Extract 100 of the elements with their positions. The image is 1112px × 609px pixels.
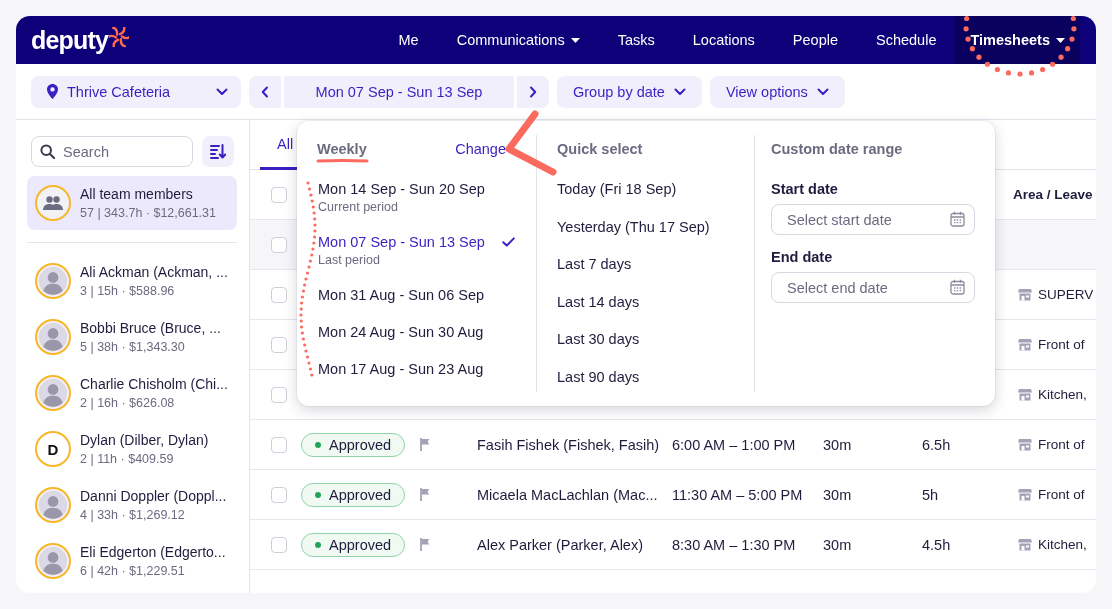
store-icon <box>1018 338 1032 351</box>
location-dropdown[interactable]: Thrive Cafeteria <box>31 75 241 108</box>
sort-icon <box>210 144 226 159</box>
store-icon <box>1018 438 1032 451</box>
chevron-down-icon <box>816 87 829 96</box>
person-avatar-icon <box>37 377 69 409</box>
row-checkbox[interactable] <box>271 286 287 303</box>
employee-name: Alex Parker (Parker, Alex) <box>477 536 643 553</box>
member-name: Charlie Chisholm (Chi... <box>80 374 228 394</box>
view-options-dropdown[interactable]: View options <box>709 75 845 108</box>
section-title: Custom date range <box>771 140 904 159</box>
area-name: SUPERV <box>1038 287 1094 302</box>
logo-wordmark: deputy <box>31 26 109 54</box>
employee-name: Micaela MacLachlan (Mac... <box>477 486 658 503</box>
member-summary: 57 | 343.7h · $12,661.31 <box>80 204 216 222</box>
person-avatar-icon <box>37 321 69 353</box>
period-option[interactable]: Mon 31 Aug - Sun 06 Sep <box>317 285 520 305</box>
nav-item[interactable]: People <box>773 16 857 64</box>
chevron-left-icon <box>261 85 269 98</box>
team-member-item[interactable]: Bobbi Bruce (Bruce, ... 5 | 38h · $1,343.30 <box>27 309 237 365</box>
status-badge: Approved <box>301 532 405 557</box>
team-member-item[interactable]: Danni Doppler (Doppl... 4 | 33h · $1,269.12 <box>27 477 237 533</box>
status-badge: Approved <box>301 482 405 507</box>
chevron-down-icon <box>673 87 686 96</box>
member-summary: 3 | 15h · $588.96 <box>80 282 176 300</box>
status-badge: Approved <box>301 432 405 457</box>
area-name: Front of <box>1038 337 1085 352</box>
period-option[interactable]: Mon 24 Aug - Sun 30 Aug <box>317 322 520 342</box>
nav-item[interactable]: Communications <box>437 16 599 64</box>
team-member-item[interactable]: Charlie Chisholm (Chi... 2 | 16h · $626.08 <box>27 365 237 421</box>
member-name: Dylan (Dilber, Dylan) <box>80 430 209 450</box>
quick-select-option[interactable]: Last 90 days <box>557 366 744 387</box>
store-icon <box>1018 488 1032 501</box>
area-name: Front of <box>1038 437 1085 452</box>
row-checkbox[interactable] <box>271 236 287 253</box>
change-link[interactable]: Change <box>455 141 506 157</box>
nav-item[interactable]: Tasks <box>598 16 674 64</box>
location-pin-icon <box>47 84 58 99</box>
team-member-item[interactable]: Ali Ackman (Ackman, ... 3 | 15h · $588.96 <box>27 253 237 309</box>
person-avatar-icon <box>37 545 69 577</box>
quick-select-option[interactable]: Last 30 days <box>557 329 744 350</box>
member-summary: 6 | 42h · $1,229.51 <box>80 562 186 580</box>
search-field[interactable]: Search <box>31 136 193 167</box>
employee-name: Fasih Fishek (Fishek, Fasih) <box>477 436 660 453</box>
calendar-icon <box>950 279 965 295</box>
logo-asterisk-icon <box>109 27 130 47</box>
checkmark-icon <box>502 237 515 247</box>
member-summary: 2 | 11h · $409.59 <box>80 450 175 468</box>
previous-week-button[interactable] <box>249 75 281 108</box>
field-label: End date <box>771 248 834 267</box>
team-member-item[interactable]: Eli Edgerton (Edgerto... 6 | 42h · $1,229.51 <box>27 533 237 589</box>
nav-item[interactable]: Timesheets <box>955 16 1080 64</box>
quick-select-option[interactable]: Today (Fri 18 Sep) <box>557 179 744 199</box>
break-duration: 30m <box>823 536 852 553</box>
shift-time: 8:30 AM – 1:30 PM <box>672 536 796 553</box>
calendar-icon <box>950 211 965 227</box>
sort-button[interactable] <box>202 136 234 167</box>
period-option[interactable]: Mon 17 Aug - Sun 23 Aug <box>317 359 520 379</box>
member-summary: 5 | 38h · $1,343.30 <box>80 338 186 356</box>
nav-item[interactable]: Locations <box>673 16 774 64</box>
person-avatar-icon <box>37 489 69 521</box>
member-summary: 2 | 16h · $626.08 <box>80 394 176 412</box>
section-title: Quick select <box>557 140 644 159</box>
hours-total: 5h <box>922 486 939 503</box>
section-title: Weekly <box>317 140 367 159</box>
period-option[interactable]: Mon 14 Sep - Sun 20 Sep Current period <box>317 179 520 215</box>
store-icon <box>1018 538 1032 551</box>
row-checkbox[interactable] <box>271 536 287 553</box>
row-checkbox[interactable] <box>271 336 287 353</box>
hours-total: 4.5h <box>922 536 951 553</box>
quick-select-option[interactable]: Last 7 days <box>557 254 744 275</box>
quick-select-option[interactable]: Yesterday (Thu 17 Sep) <box>557 216 744 237</box>
team-member-card[interactable]: All team members 57 | 343.7h · $12,661.31 <box>27 176 237 230</box>
group-by-dropdown[interactable]: Group by date <box>557 75 702 108</box>
quick-select-option[interactable]: Last 14 days <box>557 291 744 312</box>
chevron-down-icon <box>216 87 228 96</box>
period-option[interactable]: Mon 07 Sep - Sun 13 Sep Last period <box>317 232 520 268</box>
area-name: Kitchen, <box>1038 387 1087 402</box>
next-week-button[interactable] <box>517 75 549 108</box>
store-icon <box>1018 388 1032 401</box>
nav-item[interactable]: Schedule <box>857 16 956 64</box>
break-duration: 30m <box>823 486 852 503</box>
date-field[interactable]: Select start date <box>771 204 975 235</box>
nav-item[interactable]: Me <box>379 16 438 64</box>
people-icon <box>43 196 63 210</box>
member-name: All team members <box>80 184 194 204</box>
row-checkbox[interactable] <box>271 486 287 503</box>
member-name: Ali Ackman (Ackman, ... <box>80 262 228 282</box>
select-all-checkbox[interactable] <box>271 186 287 203</box>
team-member-item[interactable]: D Dylan (Dilber, Dylan) 2 | 11h · $409.59 <box>27 421 237 477</box>
row-checkbox[interactable] <box>271 436 287 453</box>
area-name: Kitchen, <box>1038 537 1087 552</box>
field-label: Start date <box>771 180 839 199</box>
shift-time: 11:30 AM – 5:00 PM <box>672 486 803 503</box>
row-checkbox[interactable] <box>271 386 287 403</box>
date-field[interactable]: Select end date <box>771 272 975 303</box>
avatar-initial: D <box>35 431 71 467</box>
member-summary: 4 | 33h · $1,269.12 <box>80 506 186 524</box>
person-avatar-icon <box>37 265 69 297</box>
date-range-button[interactable]: Mon 07 Sep - Sun 13 Sep <box>284 75 514 108</box>
